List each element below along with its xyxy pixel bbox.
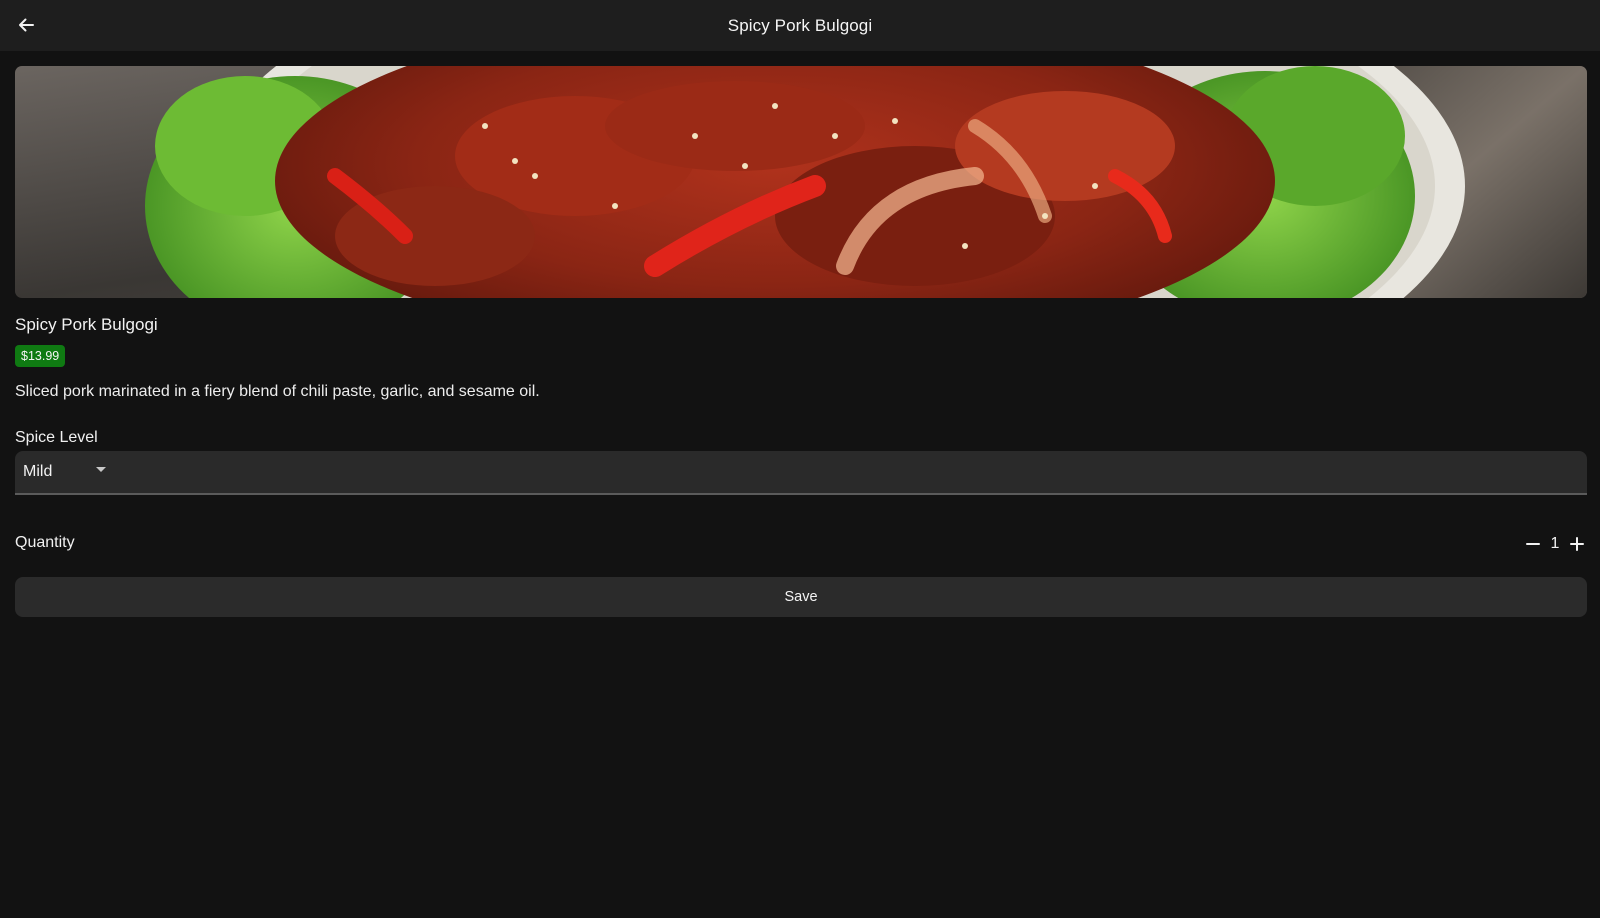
spice-level-dropdown[interactable]: Mild: [15, 451, 1587, 495]
back-button[interactable]: [12, 11, 40, 39]
dish-name: Spicy Pork Bulgogi: [15, 315, 158, 334]
dish-description: Sliced pork marinated in a fiery blend o…: [15, 383, 540, 400]
quantity-value: 1: [1550, 535, 1560, 552]
app-bar: Spicy Pork Bulgogi: [0, 0, 1600, 51]
dish-image: [15, 66, 1587, 298]
spice-level-label: Spice Level: [15, 429, 98, 446]
page-title: Spicy Pork Bulgogi: [727, 15, 873, 35]
quantity-stepper: 1: [1520, 530, 1590, 558]
quantity-label: Quantity: [15, 534, 75, 551]
decrease-quantity-button[interactable]: [1520, 530, 1546, 558]
arrow-left-icon: [19, 18, 34, 32]
increase-quantity-button[interactable]: [1564, 530, 1590, 558]
minus-icon: [1526, 543, 1540, 545]
plus-icon: [1570, 537, 1584, 551]
spice-level-value: Mild: [23, 463, 53, 480]
price-badge: $13.99: [15, 345, 66, 367]
caret-down-icon: [96, 467, 106, 472]
save-button[interactable]: Save: [15, 577, 1587, 617]
